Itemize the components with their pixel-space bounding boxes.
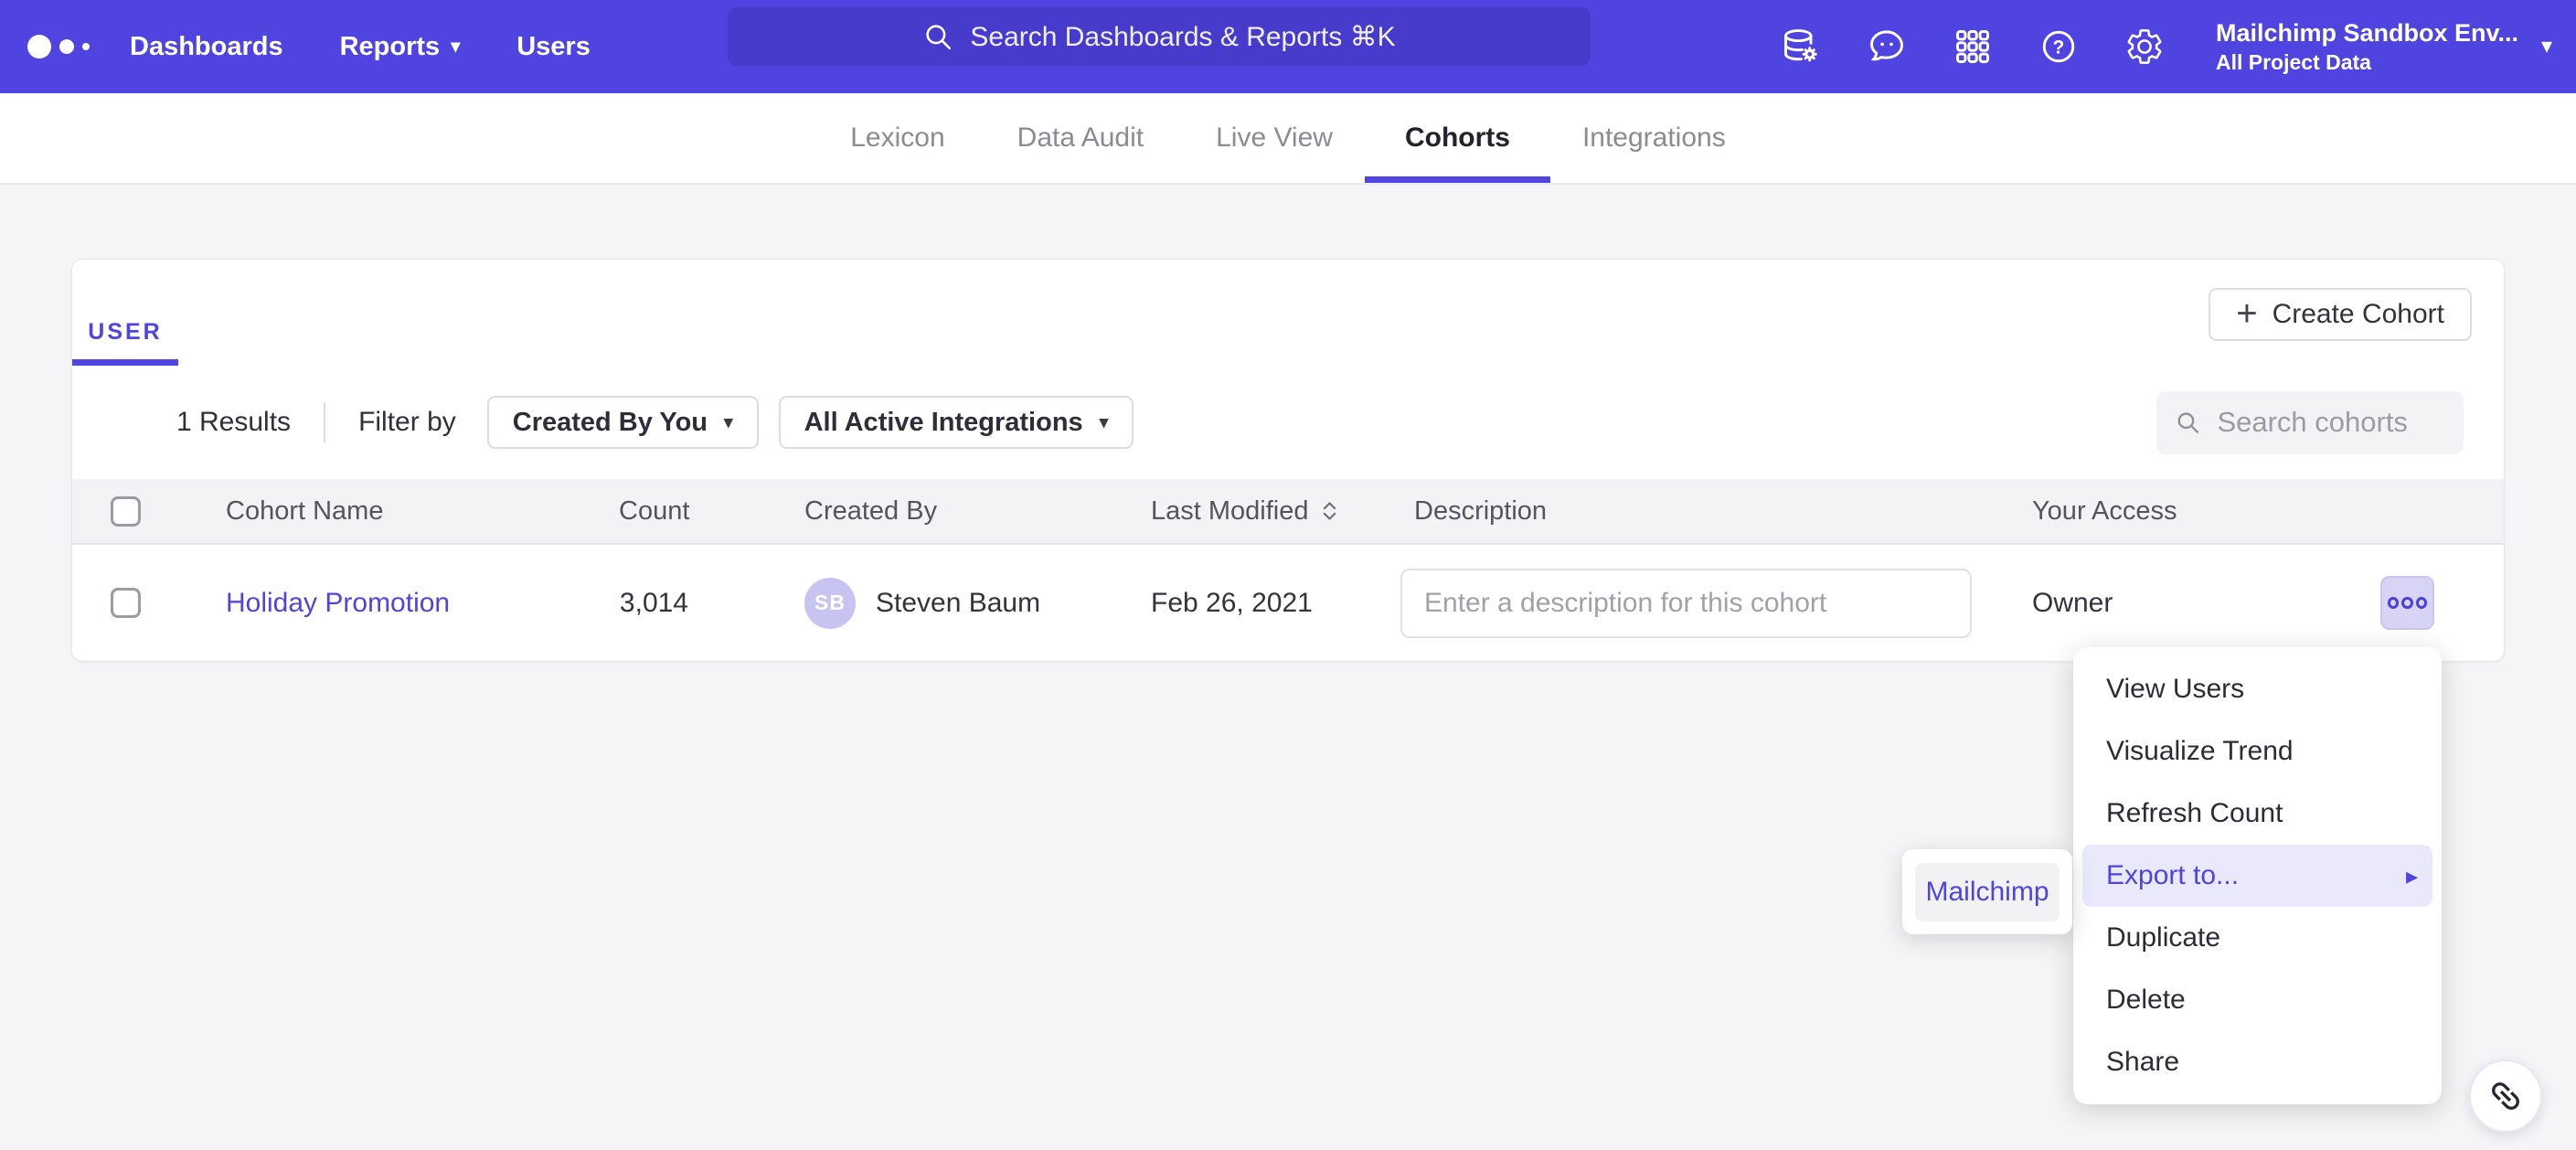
cohort-search-box [2156,391,2464,454]
column-header-cohort-name: Cohort Name [226,496,619,527]
menu-item-export-to[interactable]: Export to... ▸ [2082,845,2432,907]
cohort-table-row: Holiday Promotion 3,014 SB Steven Baum F… [72,545,2504,661]
ellipsis-icon [2388,597,2399,609]
filter-by-label: Filter by [358,407,456,438]
primary-nav: Dashboards Reports ▾ Users [130,32,591,62]
cohort-table-header: Cohort Name Count Created By Last Modifi… [72,479,2504,545]
create-cohort-button[interactable]: + Create Cohort [2209,288,2472,341]
filter-toolbar: 1 Results Filter by Created By You ▾ All… [72,366,2504,479]
app-root: Dashboards Reports ▾ Users Search Dashbo… [0,0,2576,1150]
top-navigation: Dashboards Reports ▾ Users Search Dashbo… [0,0,2576,93]
global-search-bar[interactable]: Search Dashboards & Reports ⌘K [728,7,1591,66]
menu-item-duplicate[interactable]: Duplicate [2073,907,2442,969]
section-tabbar: Lexicon Data Audit Live View Cohorts Int… [0,93,2576,185]
svg-text:?: ? [2053,37,2065,59]
select-all-checkbox[interactable] [111,496,141,527]
column-header-count: Count [619,496,688,527]
cohort-name-link[interactable]: Holiday Promotion [226,588,450,618]
menu-item-visualize-trend[interactable]: Visualize Trend [2073,720,2442,783]
sort-icon [1322,500,1337,522]
project-name: Mailchimp Sandbox Env... [2216,19,2517,48]
menu-item-share[interactable]: Share [2073,1031,2442,1093]
tab-lexicon[interactable]: Lexicon [850,93,944,183]
created-by-filter-dropdown[interactable]: Created By You ▾ [487,396,759,449]
apps-grid-icon[interactable] [1953,27,1993,67]
tab-data-audit[interactable]: Data Audit [1017,93,1144,183]
integrations-filter-dropdown[interactable]: All Active Integrations ▾ [779,396,1134,449]
project-selector[interactable]: Mailchimp Sandbox Env... All Project Dat… [2216,19,2552,75]
results-count: 1 Results [176,407,291,438]
chevron-down-icon: ▾ [451,37,460,56]
column-header-created-by: Created By [688,496,1151,527]
copy-link-button[interactable] [2469,1059,2542,1133]
row-context-menu: View Users Visualize Trend Refresh Count… [2073,647,2442,1104]
avatar: SB [804,578,856,629]
created-by-name: Steven Baum [876,588,1040,619]
row-more-options-button[interactable] [2380,576,2434,630]
chevron-down-icon: ▾ [1100,414,1109,431]
submenu-arrow-icon: ▸ [2406,862,2418,890]
settings-gear-icon[interactable] [2124,27,2165,67]
tab-integrations[interactable]: Integrations [1582,93,1726,183]
global-search-placeholder: Search Dashboards & Reports ⌘K [970,21,1395,53]
tab-live-view[interactable]: Live View [1216,93,1333,183]
data-management-icon[interactable] [1781,27,1821,67]
help-icon[interactable]: ? [2038,27,2079,67]
menu-item-view-users[interactable]: View Users [2073,658,2442,720]
nav-item-reports[interactable]: Reports ▾ [340,32,461,62]
menu-item-refresh-count[interactable]: Refresh Count [2073,783,2442,845]
nav-item-label: Users [516,32,591,62]
create-cohort-label: Create Cohort [2273,299,2444,330]
mixpanel-logo-icon[interactable] [27,35,90,59]
topnav-right-group: ? Mailchimp Sandbox Env... All Project D… [1781,0,2552,93]
export-submenu: Mailchimp [1902,849,2072,934]
row-checkbox[interactable] [111,588,141,618]
tab-cohorts[interactable]: Cohorts [1405,93,1510,183]
column-header-description: Description [1400,496,1972,527]
access-level: Owner [2032,588,2113,619]
nav-item-label: Dashboards [130,32,283,62]
search-icon [2175,407,2200,438]
nav-item-dashboards[interactable]: Dashboards [130,32,283,62]
project-scope: All Project Data [2216,50,2517,75]
chevron-down-icon: ▾ [2541,36,2552,58]
cohorts-panel-header: USER + Create Cohort [72,260,2504,366]
feedback-icon[interactable] [1867,27,1907,67]
tab-user-cohorts[interactable]: USER [72,305,178,366]
cohort-count: 3,014 [619,588,688,619]
link-icon [2478,1069,2532,1123]
cohort-search-input[interactable] [2215,405,2445,440]
column-header-last-modified[interactable]: Last Modified [1151,496,1400,527]
chevron-down-icon: ▾ [724,414,733,431]
cohort-description-input[interactable] [1400,569,1972,638]
nav-item-users[interactable]: Users [516,32,591,62]
cohorts-panel: USER + Create Cohort 1 Results Filter by… [71,259,2505,662]
last-modified-date: Feb 26, 2021 [1151,588,1400,619]
column-header-your-access: Your Access [1972,496,2504,527]
nav-item-label: Reports [340,32,441,62]
search-icon [922,21,953,52]
divider [324,402,325,442]
menu-item-delete[interactable]: Delete [2073,969,2442,1031]
submenu-item-mailchimp[interactable]: Mailchimp [1915,863,2060,921]
